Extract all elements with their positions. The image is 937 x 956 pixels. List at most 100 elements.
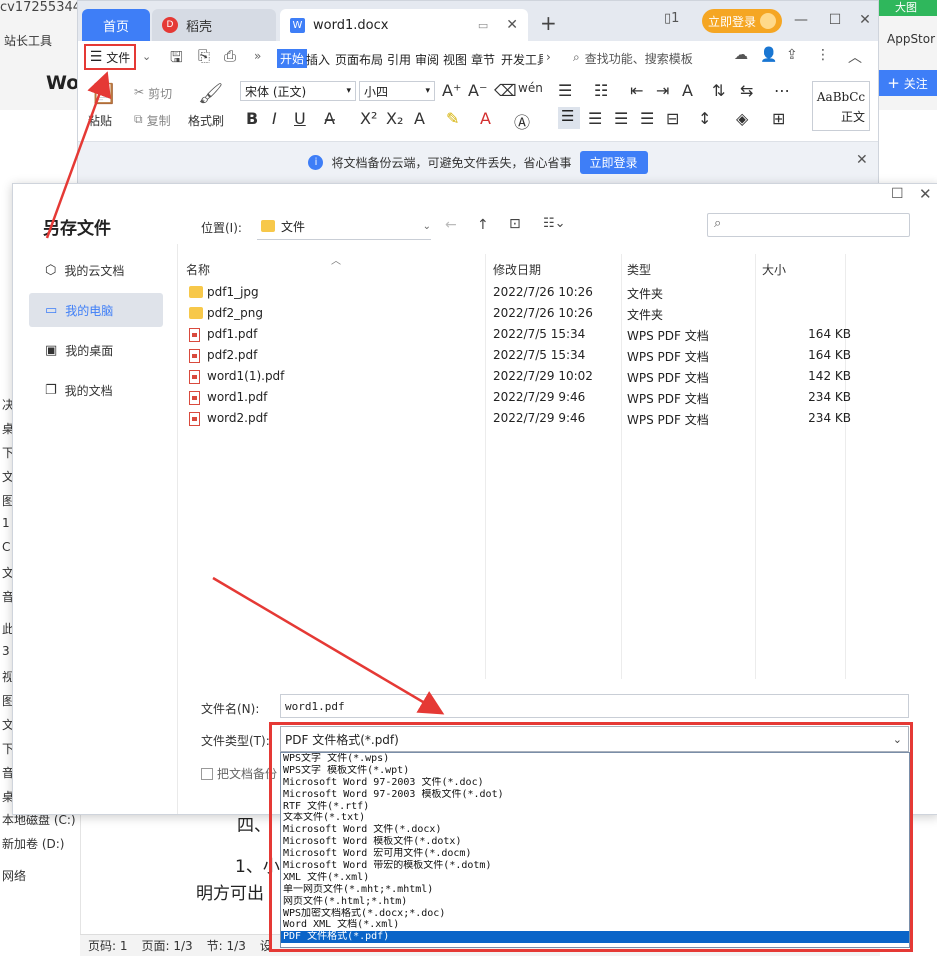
more-tools-icon[interactable]: » [254,49,261,63]
bold-icon[interactable]: B [246,109,258,128]
nav-cloud-docs[interactable]: ⬡ 我的云文档 [29,253,163,287]
format-painter-button[interactable]: 格式刷 [188,112,224,129]
notice-close-icon[interactable]: ✕ [856,152,868,168]
filename-input[interactable]: word1.pdf [280,694,909,718]
copy-button[interactable]: ⧉ 复制 [134,112,171,129]
minimize-icon[interactable]: — [790,9,812,31]
maximize-icon[interactable]: ☐ [824,9,846,31]
explorer-left-item[interactable]: 1 [2,516,10,530]
chinese-layout-icon[interactable]: A [682,81,693,100]
line-spacing-icon[interactable]: ↕ [698,109,711,128]
nav-desktop[interactable]: ▣ 我的桌面 [29,333,163,367]
filetype-option[interactable]: Microsoft Word 模板文件(*.dotx) [281,836,909,848]
filetype-option[interactable]: Microsoft Word 宏可用文件(*.docm) [281,848,909,860]
nav-documents[interactable]: ❐ 我的文档 [29,373,163,407]
menu-start[interactable]: 开始 [277,49,308,68]
cloud-sync-icon[interactable]: ☁ [734,47,748,63]
font-color-icon[interactable]: A [480,109,491,128]
window-count-icon[interactable]: ▯1 [664,11,679,26]
menu-review[interactable]: 审阅 [415,51,439,68]
strikethrough-icon[interactable]: A̶ [324,109,335,128]
superscript-icon[interactable]: X² [360,109,377,128]
column-date[interactable]: 修改日期 [493,261,541,278]
underline-icon[interactable]: U [294,109,306,128]
increase-indent-icon[interactable]: ⇥ [656,81,669,100]
tab-document[interactable]: W word1.docx ▭ ✕ [280,9,528,41]
collapse-ribbon-icon[interactable]: ︿ [848,47,862,67]
location-select[interactable]: 文件 ⌄ [257,213,431,240]
justify-icon[interactable]: ☰ [640,109,654,128]
menu-section[interactable]: 章节 [471,51,495,68]
dialog-close-icon[interactable]: ✕ [919,185,932,203]
menu-view[interactable]: 视图 [443,51,467,68]
decrease-indent-icon[interactable]: ⇤ [630,81,643,100]
back-arrow-icon[interactable]: ← [445,217,457,233]
new-tab-plus-icon[interactable]: + [540,11,557,35]
file-row[interactable]: word1(1).pdf 2022/7/29 10:02 WPS PDF 文档 142… [181,367,851,387]
filetype-option[interactable]: Word XML 文档(*.xml) [281,919,909,931]
menu-scroll-right-icon[interactable]: › [546,50,551,64]
file-row[interactable]: pdf2.pdf 2022/7/5 15:34 WPS PDF 文档 164 KB [181,346,851,366]
dialog-maximize-icon[interactable]: ☐ [891,186,904,202]
filetype-option[interactable]: RTF 文件(*.rtf) [281,801,909,813]
file-menu-button[interactable]: ☰ 文件 [84,44,136,70]
tab-home[interactable]: 首页 [82,9,150,41]
text-effect-icon[interactable]: A [414,109,425,128]
menu-references[interactable]: 引用 [387,51,411,68]
phonetic-icon[interactable]: wén [518,81,543,95]
status-settings[interactable]: 设 [260,937,272,954]
filetype-option[interactable]: WPS加密文档格式(*.docx;*.doc) [281,908,909,920]
top-right-badge[interactable]: 大图 [875,0,937,16]
clear-format-icon[interactable]: ⌫ [494,81,517,100]
sort-icon[interactable]: ⇅ [712,81,725,100]
cut-button[interactable]: ✂ 剪切 [134,85,172,102]
filetype-option[interactable]: 文本文件(*.txt) [281,812,909,824]
decrease-font-icon[interactable]: A⁻ [468,81,487,100]
file-row[interactable]: pdf2_png 2022/7/26 10:26 文件夹 [181,304,851,324]
up-folder-icon[interactable]: ↑ [477,217,489,233]
numbering-icon[interactable]: ☷ [594,81,608,100]
file-row[interactable]: pdf1_jpg 2022/7/26 10:26 文件夹 [181,283,851,303]
chevron-down-icon[interactable]: ⌄ [142,50,151,63]
column-type[interactable]: 类型 [627,261,651,278]
file-row[interactable]: pdf1.pdf 2022/7/5 15:34 WPS PDF 文档 164 KB [181,325,851,345]
increase-font-icon[interactable]: A⁺ [442,81,461,100]
align-center-icon[interactable]: ☰ [588,109,602,128]
font-family-select[interactable]: 宋体 (正文) ▾ [240,81,356,101]
file-row[interactable]: word1.pdf 2022/7/29 9:46 WPS PDF 文档 234 KB [181,388,851,408]
align-left-button[interactable]: ☰ [558,107,580,129]
drive-d-item[interactable]: 新加卷 (D:) [2,835,64,852]
bookmark-item[interactable]: 站长工具 [4,32,52,49]
filetype-option[interactable]: Microsoft Word 97-2003 文件(*.doc) [281,777,909,789]
subscript-icon[interactable]: X₂ [386,109,403,128]
menu-insert[interactable]: 插入 [306,51,330,68]
file-row[interactable]: word2.pdf 2022/7/29 9:46 WPS PDF 文档 234 KB [181,409,851,429]
tab-close-icon[interactable]: ✕ [506,17,518,33]
new-folder-icon[interactable]: ⊡ [509,216,521,232]
column-name[interactable]: 名称 [186,261,210,278]
backup-checkbox[interactable]: 把文档备份 [201,765,277,782]
appstore-link[interactable]: AppStor [887,32,935,46]
tab-daoke[interactable]: D 稻壳 [152,9,276,41]
save-icon[interactable]: 🖫 [170,47,183,72]
print-icon[interactable]: ⎙ [224,47,236,65]
tab-monitor-icon[interactable]: ▭ [478,19,488,32]
style-normal-button[interactable]: AaBbCc 正文 [812,81,870,131]
more-options-icon[interactable]: ⋮ [816,47,830,63]
share-icon[interactable]: ⇪ [786,47,798,63]
filetype-option[interactable]: XML 文件(*.xml) [281,872,909,884]
highlight-icon[interactable]: ✎ [446,109,459,128]
menu-layout[interactable]: 页面布局 [335,51,383,68]
follow-button[interactable]: + 关注 [878,70,937,96]
explorer-left-item[interactable]: C [2,540,10,554]
align-right-icon[interactable]: ☰ [614,109,628,128]
network-item[interactable]: 网络 [2,867,26,884]
filetype-option[interactable]: WPS文字 模板文件(*.wpt) [281,765,909,777]
paste-icon[interactable]: 📋 [90,81,117,106]
format-painter-icon[interactable]: 🖌 [198,81,223,105]
character-border-icon[interactable]: Ⓐ [514,109,530,133]
filetype-select[interactable]: PDF 文件格式(*.pdf) ⌄ [280,726,909,752]
close-window-icon[interactable]: ✕ [854,9,876,31]
dialog-search-input[interactable]: ⌕ [707,213,910,237]
search-box[interactable]: ⌕ 查找功能、搜索模板 [573,50,693,67]
